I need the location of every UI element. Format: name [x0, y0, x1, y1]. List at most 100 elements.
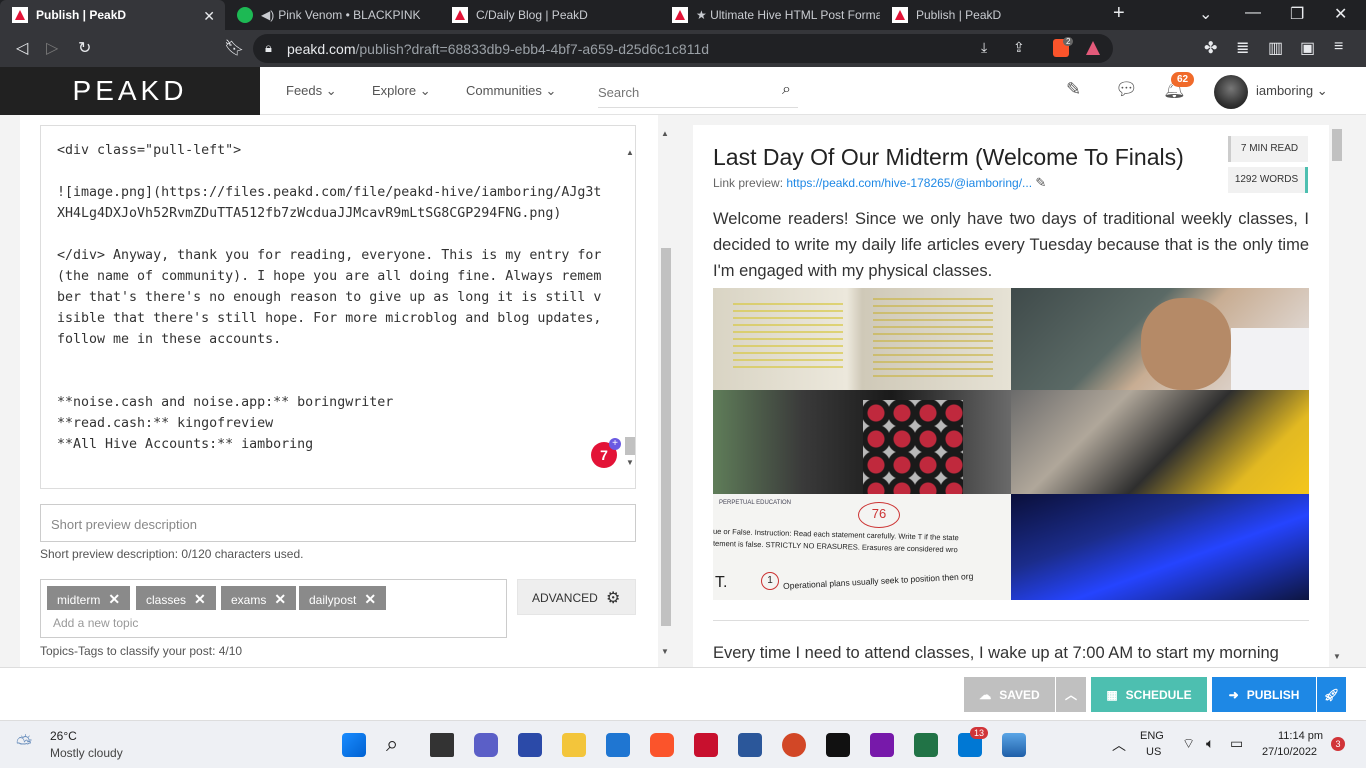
edit-pencil-icon[interactable]: ✎ [1035, 175, 1046, 190]
new-tab-icon[interactable]: + [1113, 2, 1125, 25]
peakd-logo[interactable]: PEAKD [0, 67, 260, 115]
url-bar[interactable]: 🔒︎ peakd.com/publish?draft=68833db9-ebb4… [253, 34, 1113, 63]
chat-icon[interactable]: 💬︎ [1115, 79, 1138, 100]
wallet-icon[interactable]: ▣ [1300, 38, 1315, 58]
excel-icon[interactable] [914, 733, 938, 757]
share-icon[interactable]: ⇪ [1013, 39, 1025, 56]
peakd-favicon-icon [892, 7, 908, 23]
forward-icon[interactable]: ▷ [46, 38, 58, 58]
publish-button[interactable]: ➜ PUBLISH [1212, 677, 1316, 712]
nav-communities[interactable]: Communities ⌄ [466, 83, 556, 99]
link-preview-url[interactable]: https://peakd.com/hive-178265/@iamboring… [786, 176, 1032, 190]
tab-pink-venom[interactable]: ◀) Pink Venom • BLACKPINK [225, 0, 440, 30]
tray-chevron-icon[interactable]: ︿ [1112, 735, 1126, 755]
divider [713, 620, 1309, 621]
tab-hive-html[interactable]: ★ Ultimate Hive HTML Post Forma [660, 0, 880, 30]
windows-start-icon[interactable] [342, 733, 366, 757]
tag-chip[interactable]: exams ✕ [221, 586, 297, 610]
preview-title: Last Day Of Our Midterm (Welcome To Fina… [713, 144, 1184, 170]
tab-daily-blog[interactable]: C/Daily Blog | PeakD [440, 0, 660, 30]
tab-publish-peakd-2[interactable]: Publish | PeakD [880, 0, 1100, 30]
url-text[interactable]: peakd.com/publish?draft=68833db9-ebb4-4b… [287, 41, 709, 57]
quick-publish-button[interactable]: 🚀︎ [1317, 677, 1346, 712]
chat-app-icon[interactable] [474, 733, 498, 757]
nav-explore[interactable]: Explore ⌄ [372, 83, 431, 99]
battery-icon[interactable]: ▭ [1230, 735, 1243, 752]
editor-scrollbar[interactable]: ▲ ▼ [624, 148, 635, 468]
temperature[interactable]: 26°C [50, 729, 77, 743]
pen-app-icon[interactable] [518, 733, 542, 757]
notion-icon[interactable] [826, 733, 850, 757]
bookmark-icon[interactable]: 🔖︎ [224, 38, 244, 58]
weather-text[interactable]: Mostly cloudy [50, 746, 123, 760]
publish-page: <div class="pull-left"> ![image.png](htt… [0, 115, 1366, 667]
wifi-icon[interactable]: ⌔ [1182, 735, 1195, 753]
chevron-up-icon: ︿ [1064, 688, 1077, 702]
nav-feeds[interactable]: Feeds ⌄ [286, 83, 337, 99]
region-indicator[interactable]: US [1146, 746, 1161, 758]
preview-paragraph: Welcome readers! Since we only have two … [713, 210, 1309, 280]
editor-content[interactable]: <div class="pull-left"> ![image.png](htt… [57, 140, 607, 455]
saved-button[interactable]: ☁ SAVED [964, 677, 1055, 712]
sidebar-icon[interactable]: ▥ [1268, 38, 1283, 58]
search-input[interactable] [598, 85, 768, 100]
avatar[interactable] [1214, 75, 1248, 109]
windows-taskbar: ⛅︎ 26°C Mostly cloudy ⌕ 13 ︿ ENG US ⌔ 🔈︎… [0, 720, 1366, 768]
back-icon[interactable]: ◁ [16, 38, 28, 58]
chevron-down-icon: ⌄ [545, 83, 557, 98]
advanced-button[interactable]: ADVANCED ⚙ [517, 579, 636, 615]
task-view-icon[interactable] [430, 733, 454, 757]
tag-chip[interactable]: midterm ✕ [47, 586, 131, 610]
schedule-button[interactable]: ▦ SCHEDULE [1091, 677, 1207, 712]
tab-search-chevron-icon[interactable]: ⌄ [1199, 4, 1212, 24]
username-menu[interactable]: iamboring ⌄ [1256, 83, 1328, 99]
remove-tag-icon[interactable]: ✕ [364, 591, 376, 607]
remove-tag-icon[interactable]: ✕ [194, 591, 206, 607]
restore-icon[interactable]: ❐ [1290, 4, 1304, 24]
tag-chip[interactable]: dailypost ✕ [299, 586, 387, 610]
mcafee-icon[interactable] [694, 733, 718, 757]
tab-publish-peakd[interactable]: Publish | PeakD ✕ [0, 0, 225, 30]
minimize-icon[interactable]: — [1245, 4, 1261, 22]
close-window-icon[interactable]: ✕ [1334, 4, 1347, 24]
language-indicator[interactable]: ENG [1140, 730, 1164, 742]
remove-tag-icon[interactable]: ✕ [274, 591, 286, 607]
save-options-button[interactable]: ︿ [1056, 677, 1086, 712]
preview-scrollbar[interactable]: ▼ [1329, 125, 1346, 667]
editor-page-scrollbar[interactable]: ▲ ▼ [658, 115, 672, 667]
notification-center-badge[interactable]: 3 [1331, 737, 1345, 751]
lock-icon: 🔒︎ [265, 40, 272, 55]
volume-icon[interactable]: 🔈︎ [1206, 735, 1214, 752]
gear-icon: ⚙ [606, 590, 621, 607]
clock-date[interactable]: 27/10/2022 [1262, 746, 1317, 758]
extensions-icon[interactable]: ✤ [1204, 38, 1217, 58]
notification-count-badge: 62 [1171, 72, 1195, 87]
brave-rewards-icon[interactable] [1086, 41, 1100, 55]
arrow-right-icon: ➜ [1228, 687, 1239, 702]
remove-tag-icon[interactable]: ✕ [108, 591, 120, 607]
browser-tab-bar: Publish | PeakD ✕ ◀) Pink Venom • BLACKP… [0, 0, 1366, 30]
cloud-weather-icon: ⛅︎ [16, 733, 32, 755]
file-explorer-icon[interactable] [562, 733, 586, 757]
tag-chip[interactable]: classes ✕ [136, 586, 216, 610]
install-icon[interactable]: ⤓ [981, 39, 987, 56]
brave-browser-icon[interactable] [650, 733, 674, 757]
close-tab-icon[interactable]: ✕ [203, 8, 215, 25]
pencil-icon[interactable]: ✎ [1066, 79, 1081, 100]
onenote-icon[interactable] [870, 733, 894, 757]
search-icon[interactable]: ⌕ [782, 81, 791, 99]
clock-time[interactable]: 11:14 pm [1278, 730, 1323, 742]
reload-icon[interactable]: ↻ [78, 38, 91, 58]
powerpoint-icon[interactable] [782, 733, 806, 757]
media-icon[interactable]: ≣ [1236, 38, 1249, 58]
menu-icon[interactable]: ≡ [1334, 38, 1343, 56]
photos-icon[interactable] [1002, 733, 1026, 757]
search-icon[interactable]: ⌕ [386, 731, 398, 757]
topics-input[interactable]: midterm ✕ classes ✕ exams ✕ dailypost ✕ Add … [40, 579, 507, 638]
short-description-input[interactable]: Short preview description [40, 504, 636, 542]
markdown-editor[interactable]: <div class="pull-left"> ![image.png](htt… [40, 125, 636, 489]
word-icon[interactable] [738, 733, 762, 757]
store-icon[interactable] [606, 733, 630, 757]
search-box: ⌕ [598, 75, 798, 108]
add-topic-placeholder[interactable]: Add a new topic [53, 616, 138, 630]
